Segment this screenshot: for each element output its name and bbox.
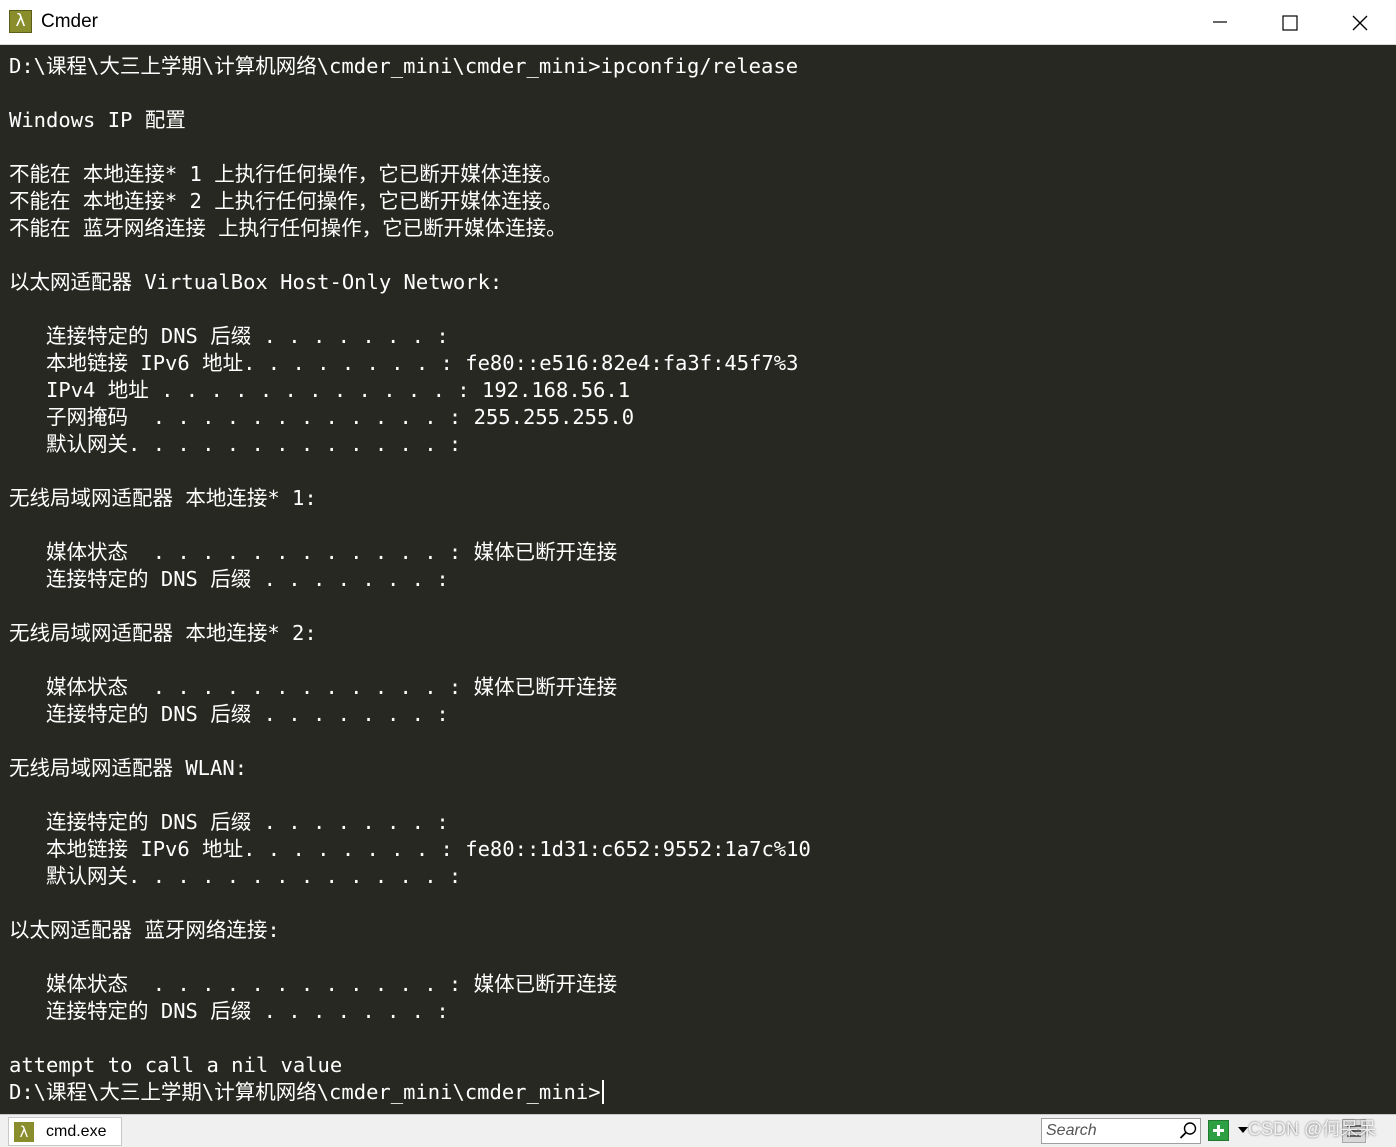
maximize-icon xyxy=(1282,15,1298,31)
plus-icon[interactable] xyxy=(1208,1120,1229,1141)
search-field[interactable] xyxy=(1041,1118,1201,1144)
console-line: 子网掩码 . . . . . . . . . . . . : 255.255.2… xyxy=(9,405,635,429)
console-line: 不能在 本地连接* 2 上执行任何操作，它已断开媒体连接。 xyxy=(9,189,563,213)
lambda-app-icon: λ xyxy=(9,10,32,33)
console-line: 不能在 本地连接* 1 上执行任何操作，它已断开媒体连接。 xyxy=(9,162,563,186)
console-line: 无线局域网适配器 WLAN: xyxy=(9,756,248,780)
text-cursor xyxy=(601,1080,604,1104)
console-line: 以太网适配器 蓝牙网络连接: xyxy=(9,918,280,942)
cmder-window: λ Cmder D:\课程\大三上学期\计算机网络\cmder_mini\cmd… xyxy=(0,0,1396,1147)
title-bar[interactable]: λ Cmder xyxy=(0,0,1396,45)
close-icon xyxy=(1352,15,1368,31)
search-input[interactable] xyxy=(1044,1120,1178,1142)
console-line: 无线局域网适配器 本地连接* 2: xyxy=(9,621,317,645)
console-line: Windows IP 配置 xyxy=(9,108,186,132)
console-line: 媒体状态 . . . . . . . . . . . . : 媒体已断开连接 xyxy=(9,540,618,564)
console-output[interactable]: D:\课程\大三上学期\计算机网络\cmder_mini\cmder_mini>… xyxy=(0,45,1396,1114)
console-line: 连接特定的 DNS 后缀 . . . . . . . : xyxy=(9,324,449,348)
close-button[interactable] xyxy=(1325,0,1395,44)
console-line: 媒体状态 . . . . . . . . . . . . : 媒体已断开连接 xyxy=(9,972,618,996)
console-line: 连接特定的 DNS 后缀 . . . . . . . : xyxy=(9,567,449,591)
minimize-button[interactable] xyxy=(1185,0,1255,44)
console-line: 媒体状态 . . . . . . . . . . . . : 媒体已断开连接 xyxy=(9,675,618,699)
console-line: 连接特定的 DNS 后缀 . . . . . . . : xyxy=(9,999,449,1023)
console-line: D:\课程\大三上学期\计算机网络\cmder_mini\cmder_mini>… xyxy=(9,54,799,78)
console-line: IPv4 地址 . . . . . . . . . . . . : 192.16… xyxy=(9,378,631,402)
csdn-watermark: CSDN @何呆呆 xyxy=(1248,1119,1377,1139)
console-line: 本地链接 IPv6 地址. . . . . . . . : fe80::1d31… xyxy=(9,837,811,861)
tab-cmd[interactable]: λ cmd.exe xyxy=(8,1117,122,1146)
prompt-text: D:\课程\大三上学期\计算机网络\cmder_mini\cmder_mini> xyxy=(9,1080,601,1104)
window-title: Cmder xyxy=(41,11,99,32)
command-prompt[interactable]: D:\课程\大三上学期\计算机网络\cmder_mini\cmder_mini> xyxy=(9,1079,604,1106)
console-line: 本地链接 IPv6 地址. . . . . . . . : fe80::e516… xyxy=(9,351,799,375)
console-line: 连接特定的 DNS 后缀 . . . . . . . : xyxy=(9,702,449,726)
console-line: 无线局域网适配器 本地连接* 1: xyxy=(9,486,317,510)
console-line: 以太网适配器 VirtualBox Host-Only Network: xyxy=(9,270,503,294)
console-line: 连接特定的 DNS 后缀 . . . . . . . : xyxy=(9,810,449,834)
search-icon[interactable] xyxy=(1178,1121,1198,1141)
console-line: 默认网关. . . . . . . . . . . . . : xyxy=(9,432,462,456)
tab-label: cmd.exe xyxy=(46,1123,107,1140)
maximize-button[interactable] xyxy=(1255,0,1325,44)
minimize-icon xyxy=(1213,21,1227,23)
tab-bar: λ cmd.exe xyxy=(0,1114,1396,1147)
console-line: 不能在 蓝牙网络连接 上执行任何操作，它已断开媒体连接。 xyxy=(9,216,567,240)
lambda-tab-icon: λ xyxy=(14,1122,34,1142)
console-line: attempt to call a nil value xyxy=(9,1053,343,1077)
console-line: 默认网关. . . . . . . . . . . . . : xyxy=(9,864,462,888)
